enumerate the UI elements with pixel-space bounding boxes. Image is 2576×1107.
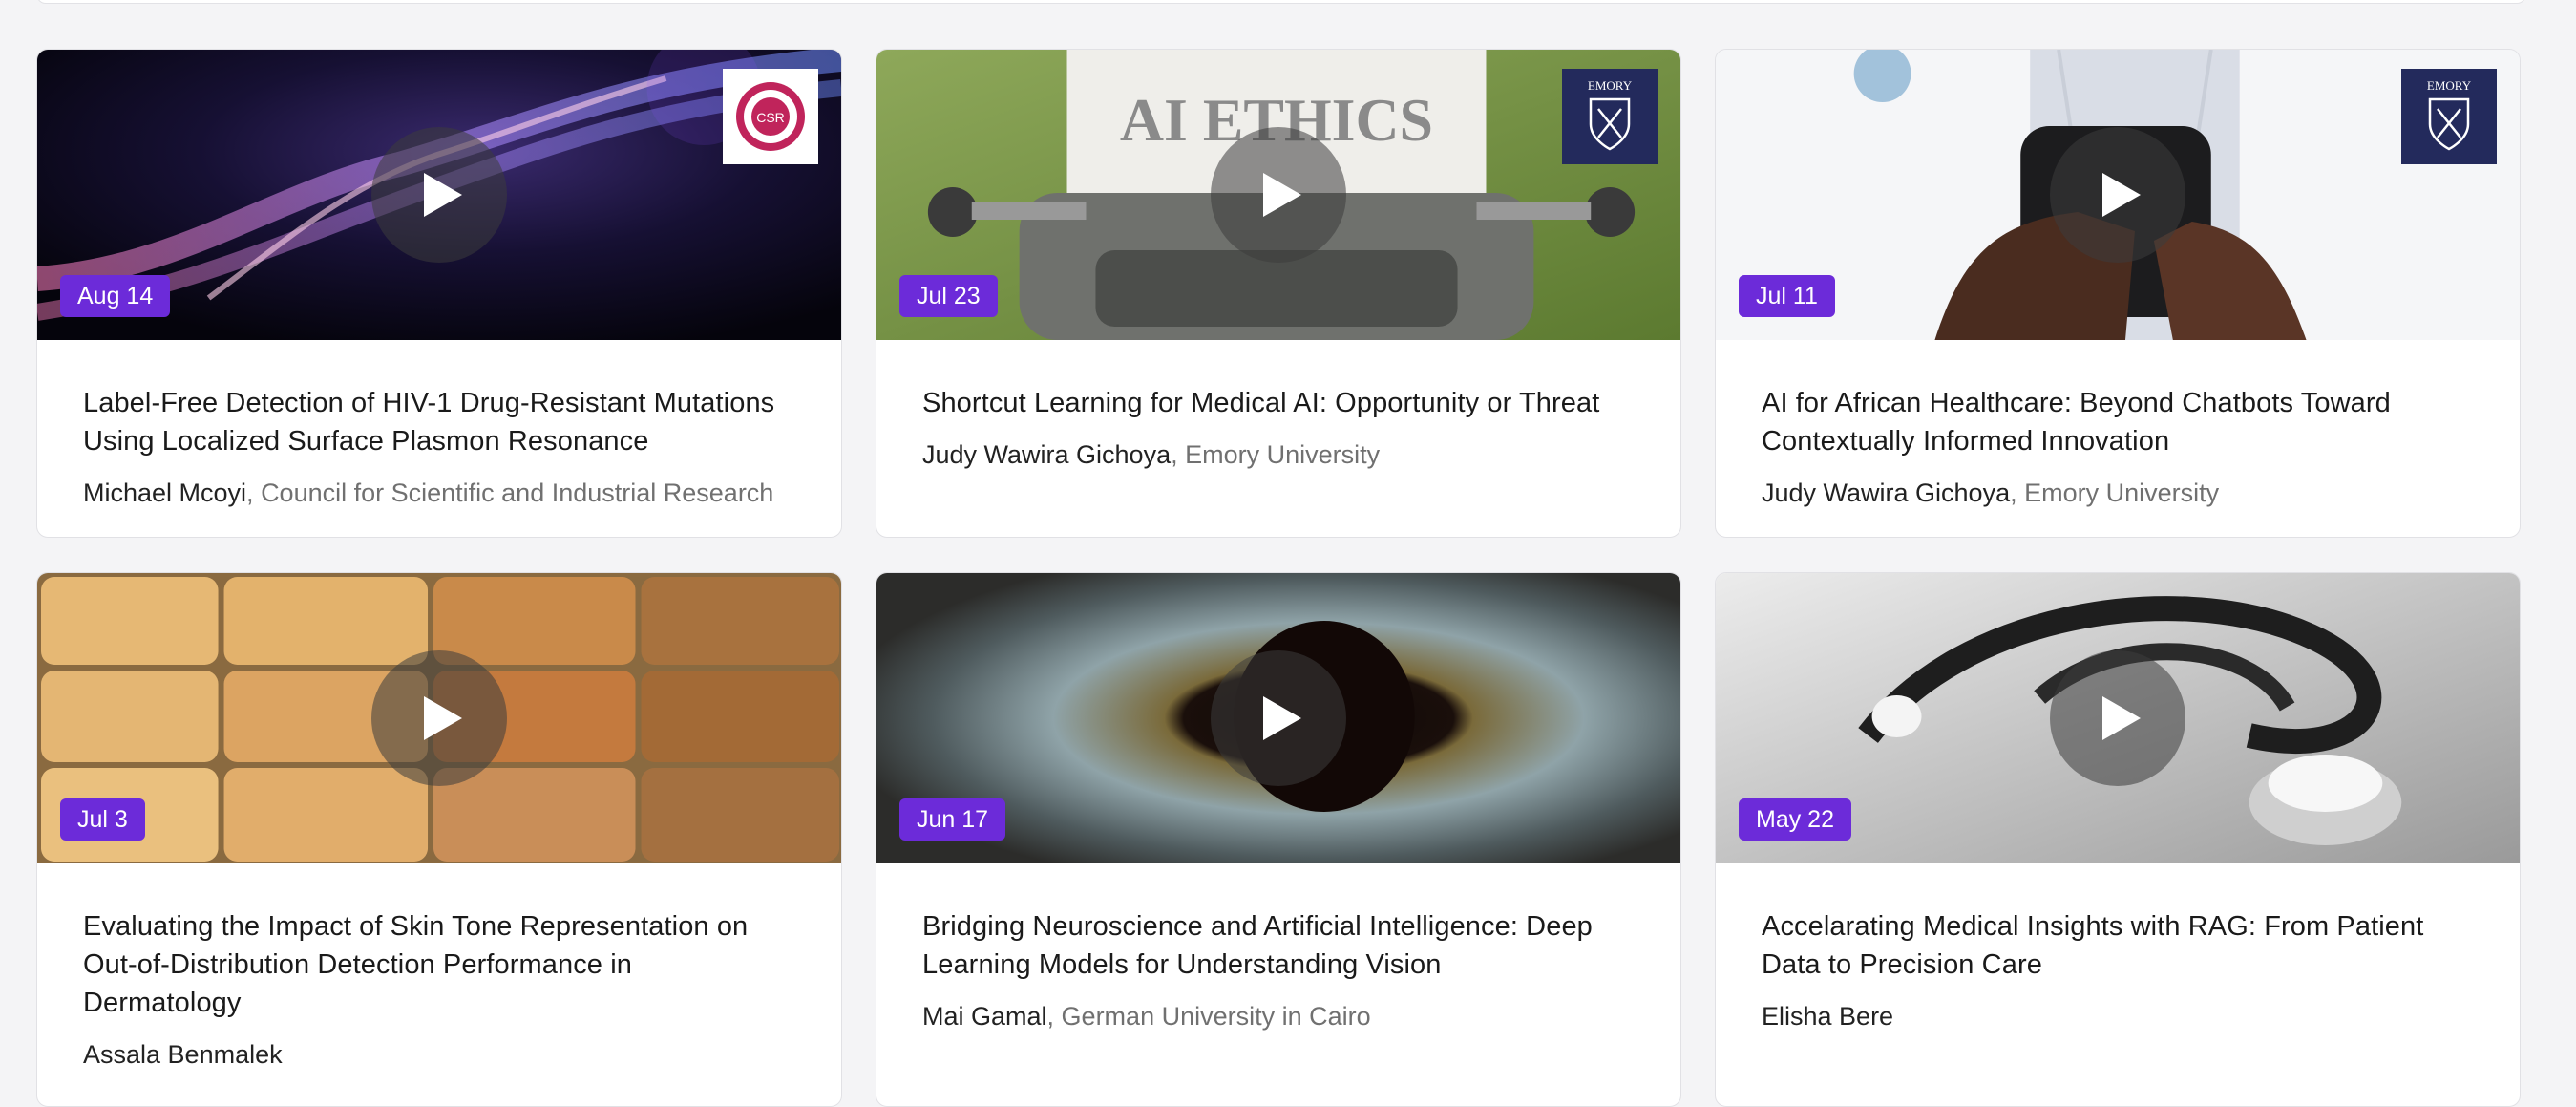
author-affiliation: Emory University [1185, 440, 1381, 469]
play-button[interactable] [1211, 650, 1346, 786]
video-title[interactable]: Accelarating Medical Insights with RAG: … [1762, 907, 2474, 984]
video-card[interactable]: Jun 17 Bridging Neuroscience and Artific… [876, 572, 1681, 1107]
emory-logo: EMORY [2401, 69, 2497, 164]
byline: Judy Wawira Gichoya, Emory University [922, 437, 1635, 472]
byline: Michael Mcoyi, Council for Scientific an… [83, 476, 795, 510]
date-badge: Aug 14 [60, 275, 171, 317]
author-affiliation: Council for Scientific and Industrial Re… [261, 479, 774, 507]
video-card[interactable]: May 22 Accelarating Medical Insights wit… [1715, 572, 2521, 1107]
video-card-grid: CSR Aug 14 Label-Free Detection of HIV-1… [36, 49, 2521, 1107]
byline: Elisha Bere [1762, 999, 2474, 1033]
video-card[interactable]: AI ETHICS EMORY Jul 23 Shortcut Learning… [876, 49, 1681, 538]
byline-separator: , [1046, 1002, 1062, 1031]
play-icon [2102, 173, 2141, 217]
play-icon [1263, 173, 1301, 217]
byline: Mai Gamal, German University in Cairo [922, 999, 1635, 1033]
emory-logo-text: EMORY [2427, 78, 2472, 93]
csr-logo: CSR [723, 69, 818, 164]
csr-logo-text: CSR [756, 110, 785, 125]
video-card[interactable]: Jul 3 Evaluating the Impact of Skin Tone… [36, 572, 842, 1107]
byline-separator: , [2010, 479, 2025, 507]
video-thumbnail[interactable]: CSR Aug 14 [37, 50, 841, 340]
play-button[interactable] [1211, 127, 1346, 263]
date-badge: Jun 17 [899, 798, 1006, 841]
author-name: Judy Wawira Gichoya [1762, 479, 2011, 507]
video-title[interactable]: AI for African Healthcare: Beyond Chatbo… [1762, 384, 2474, 460]
play-icon [424, 696, 462, 740]
date-badge: Jul 23 [899, 275, 998, 317]
author-name: Mai Gamal [922, 1002, 1047, 1031]
byline: Judy Wawira Gichoya, Emory University [1762, 476, 2474, 510]
author-name: Michael Mcoyi [83, 479, 247, 507]
video-card[interactable]: CSR Aug 14 Label-Free Detection of HIV-1… [36, 49, 842, 538]
emory-logo: EMORY [1562, 69, 1658, 164]
date-badge: Jul 11 [1739, 275, 1835, 317]
play-button[interactable] [371, 127, 507, 263]
play-icon [2102, 696, 2141, 740]
video-thumbnail[interactable]: Jul 3 [37, 573, 841, 863]
byline: Assala Benmalek [83, 1037, 795, 1072]
byline-separator: , [246, 479, 262, 507]
video-thumbnail[interactable]: May 22 [1716, 573, 2520, 863]
video-title[interactable]: Evaluating the Impact of Skin Tone Repre… [83, 907, 795, 1022]
video-card[interactable]: EMORY Jul 11 AI for African Healthcare: … [1715, 49, 2521, 538]
video-thumbnail[interactable]: AI ETHICS EMORY Jul 23 [876, 50, 1680, 340]
video-thumbnail[interactable]: EMORY Jul 11 [1716, 50, 2520, 340]
video-title[interactable]: Shortcut Learning for Medical AI: Opport… [922, 384, 1635, 422]
date-badge: May 22 [1739, 798, 1851, 841]
author-name: Elisha Bere [1762, 1002, 1894, 1031]
play-icon [424, 173, 462, 217]
emory-logo-text: EMORY [1588, 78, 1633, 93]
previous-section-edge [36, 0, 2526, 4]
play-button[interactable] [2050, 650, 2185, 786]
author-name: Judy Wawira Gichoya [922, 440, 1172, 469]
author-affiliation: German University in Cairo [1061, 1002, 1371, 1031]
video-title[interactable]: Bridging Neuroscience and Artificial Int… [922, 907, 1635, 984]
play-button[interactable] [2050, 127, 2185, 263]
author-name: Assala Benmalek [83, 1040, 283, 1069]
play-button[interactable] [371, 650, 507, 786]
date-badge: Jul 3 [60, 798, 145, 841]
video-title[interactable]: Label-Free Detection of HIV-1 Drug-Resis… [83, 384, 795, 460]
byline-separator: , [1171, 440, 1186, 469]
author-affiliation: Emory University [2024, 479, 2220, 507]
video-thumbnail[interactable]: Jun 17 [876, 573, 1680, 863]
play-icon [1263, 696, 1301, 740]
